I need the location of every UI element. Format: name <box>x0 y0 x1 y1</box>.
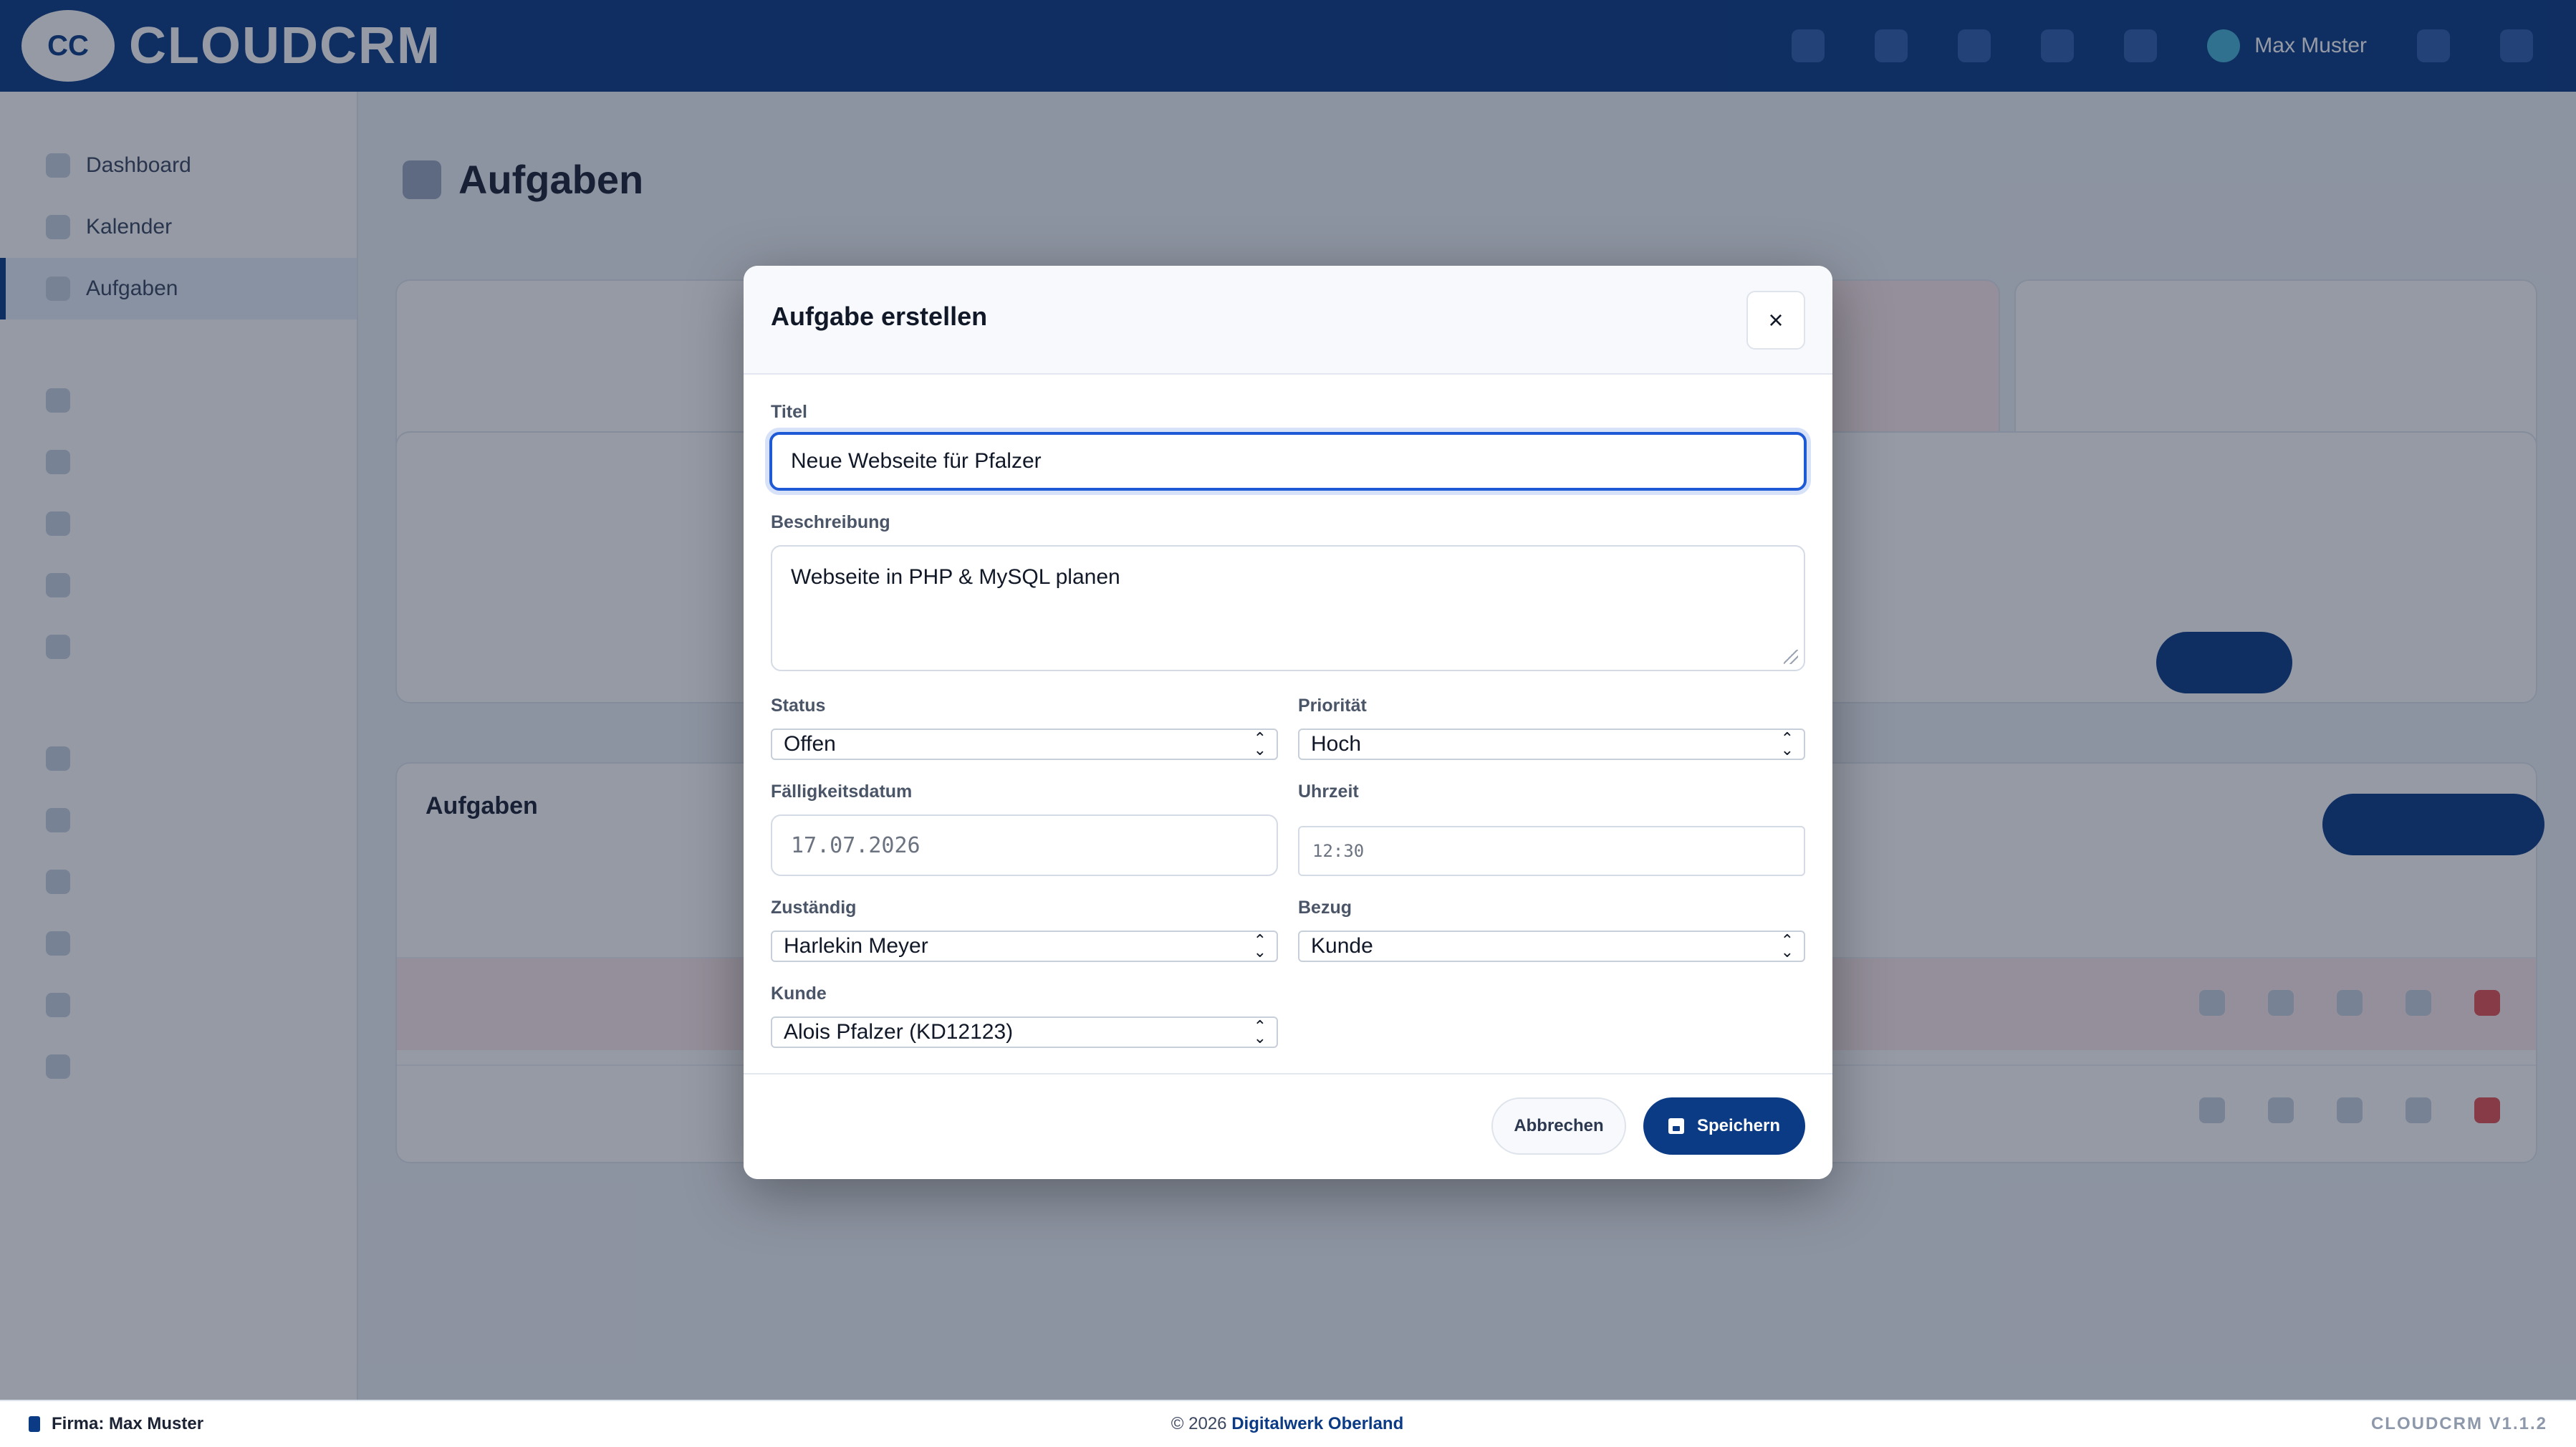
copyright-text: © 2026 <box>1171 1414 1227 1433</box>
assignee-select[interactable]: Harlekin Meyer ⌃ ⌄ <box>771 931 1278 962</box>
floppy-disk-icon <box>1668 1118 1684 1134</box>
status-select-value: Offen <box>784 732 836 756</box>
dialog-footer: Abbrechen Speichern <box>744 1073 1832 1179</box>
footer-copyright: © 2026 Digitalwerk Oberland <box>1171 1414 1403 1434</box>
textarea-resize-handle[interactable] <box>1784 650 1798 664</box>
footer: Firma: Max Muster © 2026 Digitalwerk Obe… <box>0 1400 2576 1447</box>
select-arrows-icon: ⌃ ⌄ <box>1780 931 1794 961</box>
customer-select-value: Alois Pfalzer (KD12123) <box>784 1020 1014 1044</box>
save-button[interactable]: Speichern <box>1643 1097 1805 1155</box>
footer-company: Firma: Max Muster <box>29 1414 203 1434</box>
cancel-button[interactable]: Abbrechen <box>1491 1097 1626 1155</box>
priority-select-value: Hoch <box>1311 732 1362 756</box>
title-field-wrapper <box>769 432 1807 491</box>
building-icon <box>29 1416 40 1432</box>
time-label: Uhrzeit <box>1298 782 1359 802</box>
close-button[interactable]: × <box>1746 291 1805 350</box>
vendor-link[interactable]: Digitalwerk Oberland <box>1231 1414 1403 1433</box>
relation-select-value: Kunde <box>1311 934 1373 958</box>
assignee-label: Zuständig <box>771 898 857 918</box>
assignee-select-value: Harlekin Meyer <box>784 934 928 958</box>
create-task-dialog: Aufgabe erstellen × Titel Beschreibung W… <box>744 266 1832 1179</box>
time-input[interactable] <box>1298 826 1805 876</box>
priority-select[interactable]: Hoch ⌃ ⌄ <box>1298 729 1805 760</box>
status-select[interactable]: Offen ⌃ ⌄ <box>771 729 1278 760</box>
dialog-title: Aufgabe erstellen <box>771 302 988 331</box>
due-date-input[interactable] <box>771 814 1278 876</box>
status-label: Status <box>771 696 826 716</box>
title-label: Titel <box>771 402 807 422</box>
description-textarea[interactable]: Webseite in PHP & MySQL planen <box>771 545 1805 671</box>
relation-select[interactable]: Kunde ⌃ ⌄ <box>1298 931 1805 962</box>
title-input[interactable] <box>769 432 1807 491</box>
select-arrows-icon: ⌃ ⌄ <box>1253 729 1267 759</box>
dialog-header: Aufgabe erstellen × <box>744 266 1832 375</box>
select-arrows-icon: ⌃ ⌄ <box>1253 1017 1267 1047</box>
footer-company-text: Firma: Max Muster <box>52 1414 204 1433</box>
relation-label: Bezug <box>1298 898 1352 918</box>
save-button-label: Speichern <box>1696 1116 1781 1135</box>
due-date-label: Fälligkeitsdatum <box>771 782 913 802</box>
select-arrows-icon: ⌃ ⌄ <box>1780 729 1794 759</box>
customer-label: Kunde <box>771 984 827 1004</box>
description-label: Beschreibung <box>771 512 890 532</box>
select-arrows-icon: ⌃ ⌄ <box>1253 931 1267 961</box>
app-version: CLOUDCRM V1.1.2 <box>2370 1414 2547 1433</box>
customer-select[interactable]: Alois Pfalzer (KD12123) ⌃ ⌄ <box>771 1016 1278 1048</box>
priority-label: Priorität <box>1298 696 1367 716</box>
